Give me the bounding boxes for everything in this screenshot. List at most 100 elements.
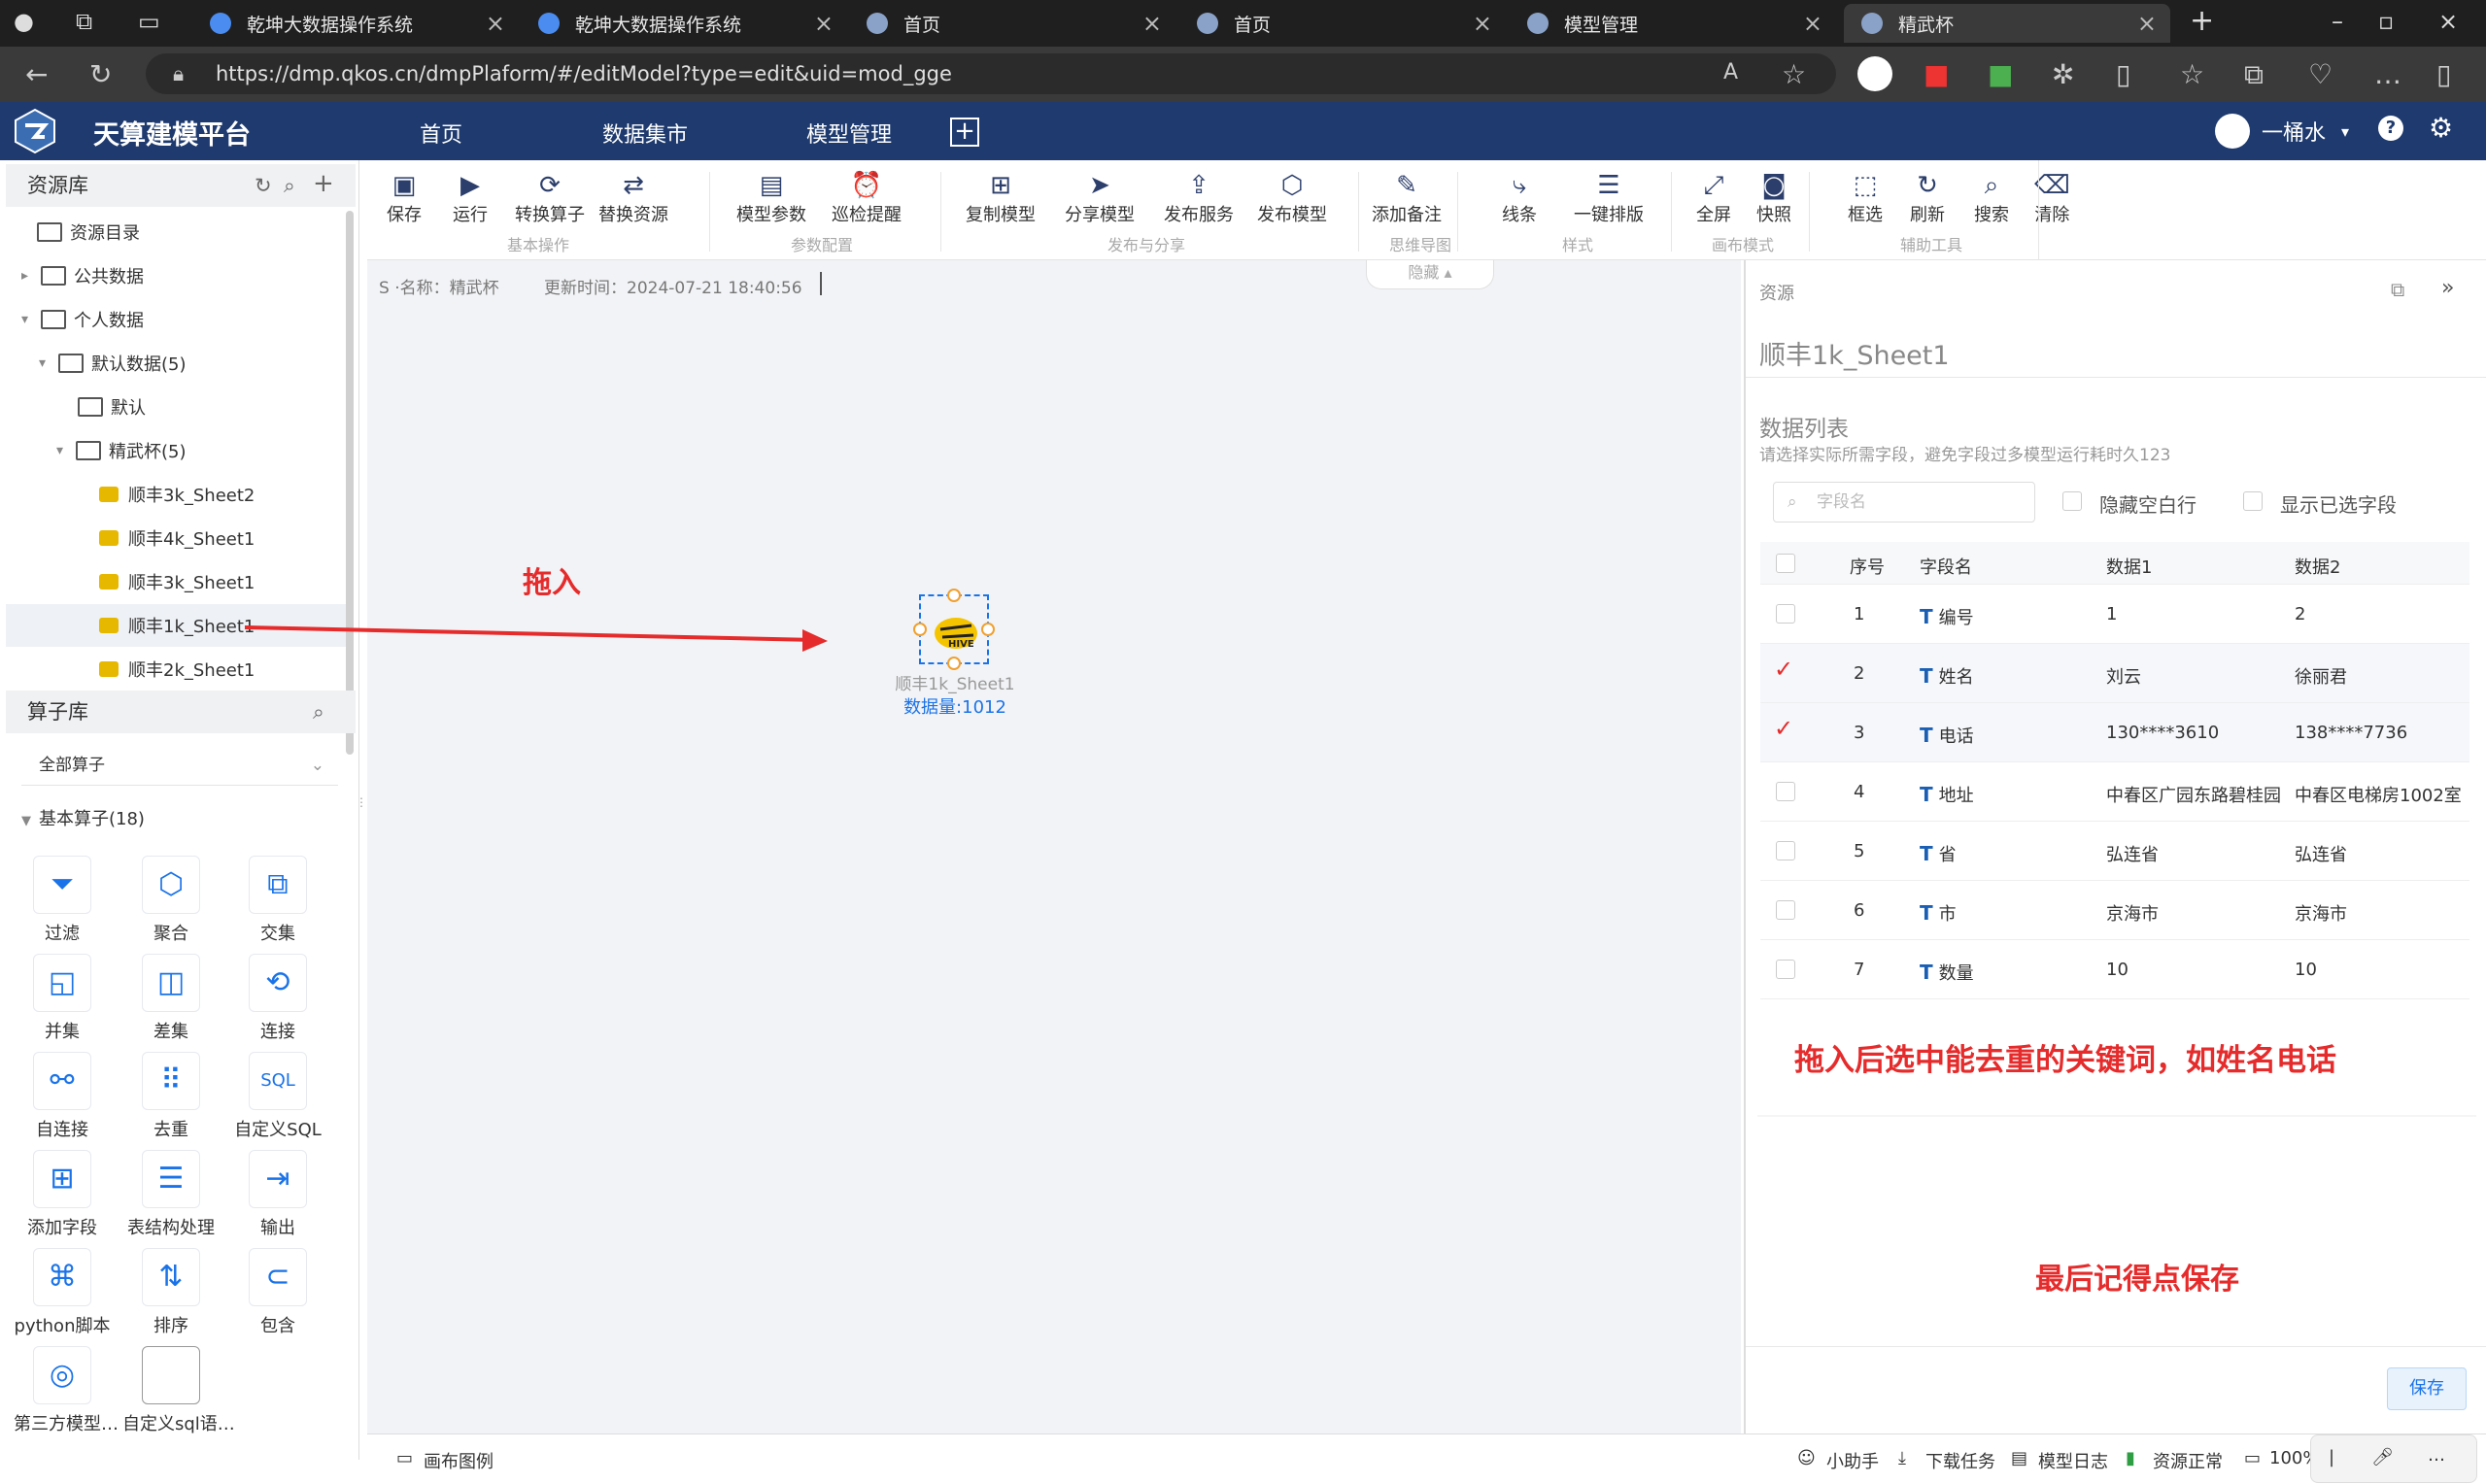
tree-item[interactable]: 顺丰4k_Sheet1 <box>99 517 255 559</box>
back-icon[interactable]: ← <box>25 58 48 90</box>
tree-item[interactable]: 顺丰3k_Sheet2 <box>99 473 255 516</box>
row-checkbox[interactable] <box>1776 604 1795 624</box>
toolbar-button[interactable]: ⊞ 复制模型 <box>966 170 1036 226</box>
nav-home[interactable]: 首页 <box>420 118 462 149</box>
toolbar-button[interactable]: ⤢ 全屏 <box>1696 170 1731 226</box>
table-row[interactable]: 5 T 省 弘连省 弘连省 <box>1760 822 2469 881</box>
caret-icon[interactable]: ▸ <box>21 268 33 284</box>
caret-icon[interactable]: ▾ <box>56 443 68 458</box>
operator-item[interactable]: ⇥ 输出 <box>229 1150 326 1239</box>
toolbar-button[interactable]: ⬡ 发布模型 <box>1257 170 1327 226</box>
table-row[interactable]: ✓ 3 T 电话 130****3610 138****7736 <box>1760 703 2469 762</box>
caret-icon[interactable]: ▾ <box>21 312 33 327</box>
operator-item[interactable]: ⚯ 自连接 <box>14 1052 111 1141</box>
tree-item[interactable]: ▸ 公共数据 <box>21 254 144 297</box>
close-icon[interactable]: × <box>2137 10 2157 37</box>
operator-item[interactable]: ◫ 差集 <box>122 954 220 1043</box>
node-anchor[interactable] <box>947 589 961 602</box>
toolbar-button[interactable]: ⬚ 框选 <box>1848 170 1883 226</box>
browser-tab-2[interactable]: 乾坤大数据操作系统 × <box>521 4 847 43</box>
operator-item[interactable]: ⊂ 包含 <box>229 1248 326 1337</box>
table-row[interactable]: 1 T 编号 1 2 <box>1760 585 2469 644</box>
model-log-button[interactable]: 模型日志 <box>2038 1448 2108 1473</box>
add-nav-button[interactable]: + <box>950 118 979 147</box>
operator-item[interactable]: ⟲ 连接 <box>229 954 326 1043</box>
toolbar-button[interactable]: ▣ 保存 <box>387 170 422 226</box>
extensions-icon[interactable]: ✲ <box>2052 58 2074 90</box>
operator-item[interactable]: ⊞ 添加字段 <box>14 1150 111 1239</box>
tree-scrollbar[interactable] <box>346 211 354 755</box>
row-checkbox[interactable]: ✓ <box>1774 656 1795 683</box>
operator-item[interactable]: ◱ 并集 <box>14 954 111 1043</box>
more-icon[interactable]: … <box>2374 58 2401 90</box>
toolbar-button[interactable]: ✎ 添加备注 <box>1372 170 1442 226</box>
toolbar-button[interactable]: ➤ 分享模型 <box>1065 170 1135 226</box>
favorite-star-icon[interactable]: ☆ <box>1782 58 1806 90</box>
basic-operator-group[interactable]: ▼ 基本算子(18) <box>21 805 145 830</box>
tab-actions-icon[interactable]: ▭ <box>138 8 160 35</box>
resource-status[interactable]: 资源正常 <box>2153 1448 2223 1473</box>
hide-empty-checkbox[interactable] <box>2062 491 2082 511</box>
table-row[interactable]: 4 T 地址 中春区广园东路碧桂园 中春区电梯房1002室 <box>1760 762 2469 822</box>
tree-item[interactable]: 默认 <box>78 386 146 428</box>
settings-gear-icon[interactable]: ⚙ <box>2429 112 2453 144</box>
caret-icon[interactable]: ▾ <box>39 355 51 371</box>
tree-item[interactable]: 顺丰1k_Sheet1 <box>6 604 346 647</box>
operator-filter-select[interactable]: 全部算子 ⌄ <box>21 745 338 786</box>
reload-icon[interactable]: ↻ <box>89 58 112 90</box>
minimize-icon[interactable]: – <box>2332 8 2343 35</box>
toolbar-button[interactable]: ◙ 快照 <box>1756 170 1791 226</box>
split-screen-icon[interactable]: ▯ <box>2116 58 2130 90</box>
close-icon[interactable]: × <box>1473 10 1492 37</box>
assistant-button[interactable]: 小助手 <box>1826 1448 1879 1473</box>
operator-item[interactable]: ⬡ 聚合 <box>122 856 220 945</box>
browser-tab-3[interactable]: 首页 × <box>849 4 1175 43</box>
toolbar-button[interactable]: ⟳ 转换算子 <box>515 170 585 226</box>
restore-icon[interactable]: ▫ <box>2378 8 2394 35</box>
close-icon[interactable]: × <box>814 10 834 37</box>
operator-item[interactable]: ⌘ python脚本 <box>14 1248 111 1337</box>
refresh-icon[interactable]: ↻ <box>255 164 272 207</box>
download-tasks-button[interactable]: 下载任务 <box>1925 1448 1995 1473</box>
select-all-checkbox[interactable] <box>1776 554 1795 573</box>
new-tab-button[interactable]: + <box>2190 4 2214 38</box>
toolbar-button[interactable]: ☰ 一键排版 <box>1574 170 1644 226</box>
browser-tab-active[interactable]: 精武杯 × <box>1844 4 2170 43</box>
row-checkbox[interactable] <box>1776 782 1795 801</box>
sidebar-resize-handle[interactable]: ⋮ <box>356 792 367 850</box>
operator-item[interactable]: ⏷ 过滤 <box>14 856 111 945</box>
toolbar-button[interactable]: ↻ 刷新 <box>1910 170 1945 226</box>
profile-icon[interactable]: ● <box>14 8 34 35</box>
read-aloud-icon[interactable]: A <box>1723 60 1738 84</box>
browser-essentials-icon[interactable]: ♡ <box>2308 58 2333 90</box>
tree-item[interactable]: 顺丰3k_Sheet1 <box>99 560 255 603</box>
operator-item[interactable]: ⠿ 去重 <box>122 1052 220 1141</box>
sidebar-toggle-icon[interactable]: ▯ <box>2436 58 2451 90</box>
toolbar-button[interactable]: ▶ 运行 <box>453 170 488 226</box>
browser-tab-4[interactable]: 首页 × <box>1179 4 1506 43</box>
toolbar-button[interactable]: ⏰ 巡检提醒 <box>832 170 902 226</box>
add-icon[interactable]: + <box>313 162 334 205</box>
collections-icon[interactable]: ⧉ <box>2244 58 2264 91</box>
extension-red-icon[interactable]: ■ <box>1924 58 1949 90</box>
operator-item[interactable]: 自定义sql语… <box>122 1346 235 1435</box>
extension-download-icon[interactable]: ■ <box>1988 58 2013 90</box>
node-anchor[interactable] <box>913 623 927 636</box>
row-checkbox[interactable] <box>1776 841 1795 860</box>
extension-a-icon[interactable] <box>1857 56 1892 91</box>
row-checkbox[interactable] <box>1776 960 1795 979</box>
operator-item[interactable]: SQL 自定义SQL <box>229 1052 326 1141</box>
hide-toolbar-toggle[interactable]: 隐藏 ▴ <box>1366 260 1494 289</box>
canvas-legend-button[interactable]: 画布图例 <box>424 1448 494 1473</box>
toolbar-button[interactable]: ▤ 模型参数 <box>736 170 806 226</box>
toolbar-button[interactable]: ⇪ 发布服务 <box>1164 170 1234 226</box>
operator-item[interactable]: ☰ 表结构处理 <box>122 1150 220 1239</box>
show-selected-checkbox[interactable] <box>2243 491 2263 511</box>
model-canvas[interactable]: S ·名称：精武杯 更新时间：2024-07-21 18:40:56 隐藏 ▴ … <box>367 260 1741 1433</box>
operator-item[interactable]: ◎ 第三方模型… <box>14 1346 119 1435</box>
panel-collapse-icon[interactable]: » <box>2441 276 2454 300</box>
tree-item[interactable]: ▾ 精武杯(5) <box>56 429 187 472</box>
window-close-icon[interactable]: × <box>2438 8 2458 35</box>
close-icon[interactable]: × <box>1142 10 1162 37</box>
workspaces-icon[interactable]: ⧉ <box>76 8 92 35</box>
